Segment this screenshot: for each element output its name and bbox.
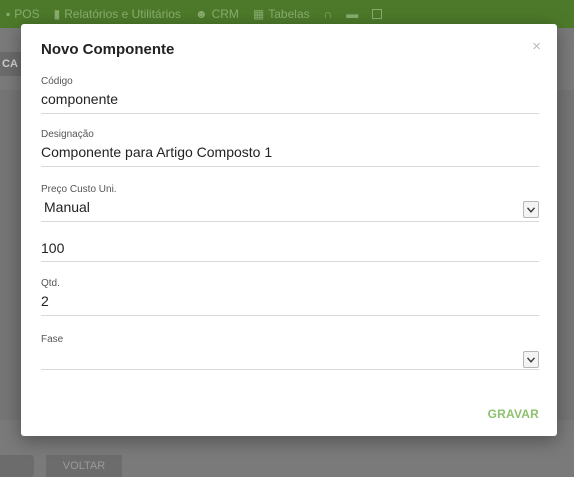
grid-icon: ▦: [252, 7, 265, 21]
qtd-label: Qtd.: [41, 278, 60, 289]
people-icon: ☻: [194, 7, 208, 21]
nav-item-pos[interactable]: ▪ POS: [6, 7, 40, 21]
preco-custo-label: Preço Custo Uni.: [41, 184, 117, 195]
preco-custo-selected[interactable]: Manual: [41, 198, 539, 216]
nav-item-support[interactable]: ∩: [324, 7, 333, 21]
chevron-down-icon[interactable]: [523, 201, 539, 218]
preco-valor-field[interactable]: 100: [41, 237, 539, 262]
headset-icon: ∩: [323, 7, 333, 21]
back-button: VOLTAR: [46, 455, 122, 477]
nav-label-tabelas: Tabelas: [268, 7, 310, 21]
qtd-input[interactable]: 2: [41, 292, 539, 310]
codigo-label: Código: [41, 76, 73, 87]
preco-valor-input[interactable]: 100: [41, 239, 539, 257]
nav-item-relatorios[interactable]: ▮ Relatórios e Utilitários: [54, 7, 181, 21]
dialog-title: Novo Componente: [41, 41, 175, 58]
nav-label-relatorios: Relatórios e Utilitários: [64, 7, 181, 21]
document-icon: ▬: [346, 7, 359, 21]
nav-label-crm: CRM: [211, 7, 239, 21]
fase-label: Fase: [41, 334, 64, 345]
save-button[interactable]: GRAVAR: [488, 407, 539, 421]
new-component-dialog: Novo Componente × Código componente Desi…: [21, 24, 557, 436]
nav-item-document[interactable]: ▬: [346, 7, 358, 21]
nav-item-window[interactable]: [372, 9, 383, 19]
window-icon: [372, 9, 383, 19]
nav-label-pos: POS: [14, 7, 40, 21]
designacao-field[interactable]: Designação Componente para Artigo Compos…: [41, 129, 539, 167]
designacao-label: Designação: [41, 129, 94, 140]
close-button[interactable]: ×: [532, 38, 541, 55]
background-round-button: [0, 455, 34, 477]
chevron-down-icon[interactable]: [523, 351, 539, 368]
nav-item-tabelas[interactable]: ▦ Tabelas: [253, 7, 310, 21]
chart-icon: ▮: [53, 7, 61, 21]
codigo-field[interactable]: Código componente: [41, 76, 539, 114]
nav-item-crm[interactable]: ☻ CRM: [195, 7, 239, 21]
preco-custo-select[interactable]: Preço Custo Uni. Manual: [41, 184, 539, 222]
codigo-input[interactable]: componente: [41, 90, 539, 108]
fase-select[interactable]: Fase: [41, 334, 539, 370]
designacao-input[interactable]: Componente para Artigo Composto 1: [41, 143, 539, 161]
qtd-field[interactable]: Qtd. 2: [41, 278, 539, 316]
pos-icon: ▪: [6, 7, 11, 21]
